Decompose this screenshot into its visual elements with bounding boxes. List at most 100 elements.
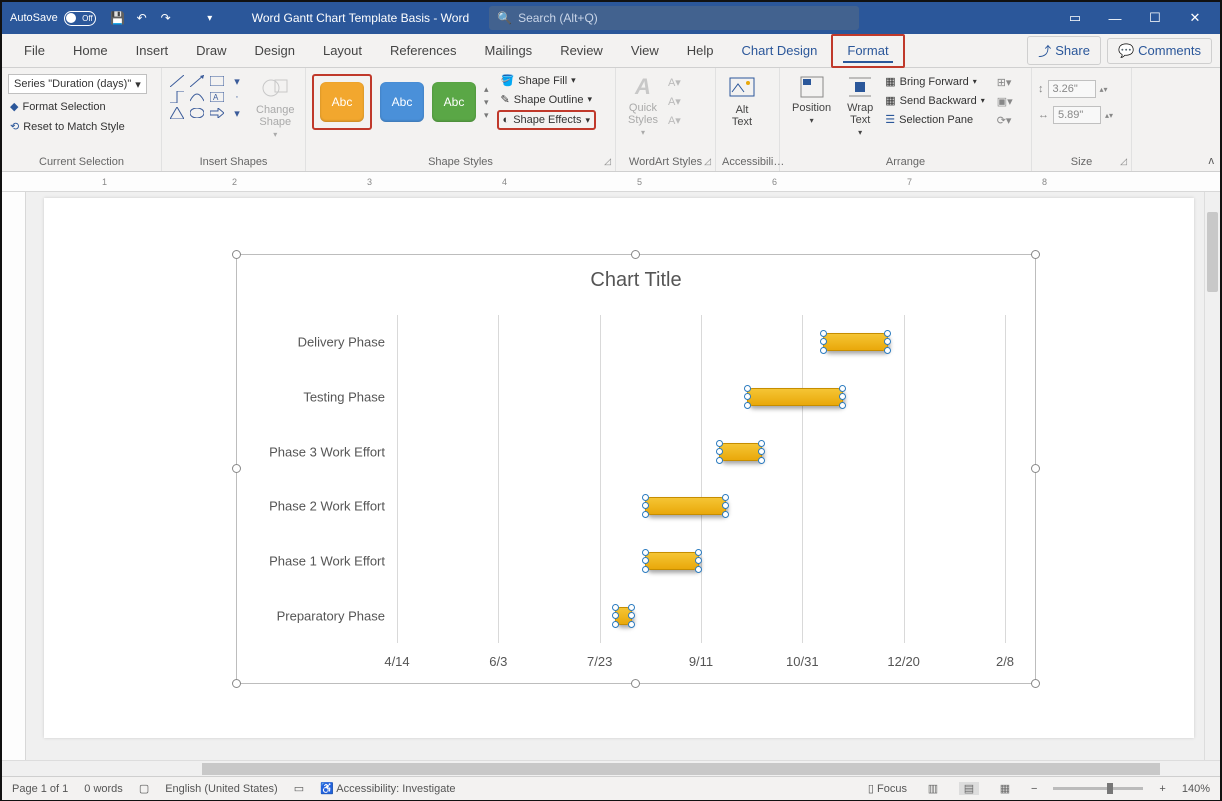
- rotate-button[interactable]: ⟳▾: [997, 114, 1013, 127]
- chart-element-dropdown[interactable]: Series "Duration (days)"▾: [8, 74, 147, 94]
- page-number[interactable]: Page 1 of 1: [12, 783, 68, 795]
- rect-shape-icon[interactable]: [208, 74, 226, 88]
- more-row1-icon[interactable]: ▾: [228, 74, 246, 88]
- gantt-bar[interactable]: [615, 607, 632, 625]
- text-effects-icon[interactable]: A▾: [668, 114, 681, 127]
- comments-button[interactable]: 💬Comments: [1107, 38, 1212, 64]
- bar-handle[interactable]: [612, 612, 619, 619]
- collapse-ribbon-icon[interactable]: ʌ: [1209, 68, 1221, 171]
- resize-handle[interactable]: [1031, 679, 1040, 688]
- bar-handle[interactable]: [722, 502, 729, 509]
- vertical-ruler[interactable]: [2, 192, 26, 760]
- print-layout-icon[interactable]: ▤: [959, 782, 979, 795]
- shape-outline-button[interactable]: ✎Shape Outline▾: [497, 91, 596, 108]
- bar-handle[interactable]: [716, 440, 723, 447]
- tab-file[interactable]: File: [10, 34, 59, 68]
- bar-handle[interactable]: [642, 511, 649, 518]
- bar-handle[interactable]: [612, 604, 619, 611]
- tab-layout[interactable]: Layout: [309, 34, 376, 68]
- reset-style-button[interactable]: ⟲Reset to Match Style: [8, 119, 127, 134]
- bar-handle[interactable]: [820, 338, 827, 345]
- tab-insert[interactable]: Insert: [122, 34, 183, 68]
- bar-handle[interactable]: [642, 566, 649, 573]
- bar-handle[interactable]: [642, 502, 649, 509]
- resize-handle[interactable]: [1031, 464, 1040, 473]
- horizontal-ruler[interactable]: 12345678: [2, 172, 1220, 192]
- bar-handle[interactable]: [695, 557, 702, 564]
- resize-handle[interactable]: [631, 250, 640, 259]
- tab-home[interactable]: Home: [59, 34, 122, 68]
- dialog-launcher-icon[interactable]: ◿: [1120, 156, 1127, 167]
- bar-handle[interactable]: [839, 385, 846, 392]
- bar-handle[interactable]: [642, 557, 649, 564]
- shape-style-gallery-more[interactable]: ▴▾▾: [484, 84, 489, 121]
- bar-handle[interactable]: [839, 393, 846, 400]
- zoom-level[interactable]: 140%: [1182, 783, 1210, 795]
- bar-handle[interactable]: [884, 347, 891, 354]
- position-button[interactable]: Position▾: [786, 70, 837, 129]
- selection-pane-button[interactable]: ☰Selection Pane: [883, 112, 986, 127]
- tab-view[interactable]: View: [617, 34, 673, 68]
- bar-handle[interactable]: [695, 566, 702, 573]
- close-icon[interactable]: ✕: [1184, 10, 1206, 26]
- undo-icon[interactable]: ↶: [130, 6, 154, 30]
- bar-handle[interactable]: [695, 549, 702, 556]
- qat-customize-icon[interactable]: ▾: [198, 6, 222, 30]
- textbox-icon[interactable]: A: [208, 90, 226, 104]
- read-mode-icon[interactable]: ▥: [923, 782, 943, 795]
- freeform-icon[interactable]: [188, 90, 206, 104]
- tab-mailings[interactable]: Mailings: [471, 34, 547, 68]
- tab-review[interactable]: Review: [546, 34, 617, 68]
- wrap-text-button[interactable]: Wrap Text▾: [841, 70, 879, 141]
- bar-handle[interactable]: [744, 393, 751, 400]
- bar-handle[interactable]: [839, 402, 846, 409]
- gantt-bar[interactable]: [823, 333, 889, 351]
- bar-handle[interactable]: [758, 440, 765, 447]
- bar-handle[interactable]: [642, 549, 649, 556]
- triangle-icon[interactable]: [168, 106, 186, 120]
- bar-handle[interactable]: [758, 448, 765, 455]
- bar-handle[interactable]: [628, 604, 635, 611]
- document-page[interactable]: Chart Title 4/146/37/239/1110/3112/202/8…: [44, 198, 1194, 738]
- more-row2-icon[interactable]: ·: [228, 90, 246, 104]
- text-outline-icon[interactable]: A▾: [668, 95, 681, 108]
- ribbon-display-icon[interactable]: ▭: [1064, 10, 1086, 26]
- autosave-control[interactable]: AutoSave Off: [10, 11, 96, 26]
- zoom-in-button[interactable]: +: [1159, 783, 1165, 795]
- macro-icon[interactable]: ▭: [294, 782, 304, 795]
- bar-handle[interactable]: [820, 347, 827, 354]
- group-button[interactable]: ▣▾: [997, 95, 1013, 108]
- web-layout-icon[interactable]: ▦: [995, 782, 1015, 795]
- bar-handle[interactable]: [628, 621, 635, 628]
- bar-handle[interactable]: [884, 330, 891, 337]
- bring-forward-button[interactable]: ▦Bring Forward▾: [883, 74, 986, 89]
- format-selection-button[interactable]: ◆Format Selection: [8, 99, 108, 114]
- resize-handle[interactable]: [631, 679, 640, 688]
- word-count[interactable]: 0 words: [84, 783, 123, 795]
- scrollbar-thumb[interactable]: [1207, 212, 1218, 292]
- zoom-slider[interactable]: [1053, 787, 1143, 790]
- bar-handle[interactable]: [716, 448, 723, 455]
- quick-styles-button[interactable]: A Quick Styles▾: [622, 70, 664, 141]
- bar-handle[interactable]: [744, 402, 751, 409]
- resize-handle[interactable]: [232, 464, 241, 473]
- chart-title[interactable]: Chart Title: [237, 255, 1035, 292]
- scrollbar-thumb[interactable]: [202, 763, 1160, 775]
- shapes-gallery[interactable]: ▾ A · ▾: [168, 70, 246, 120]
- search-box[interactable]: 🔍 Search (Alt+Q): [489, 6, 859, 30]
- bar-handle[interactable]: [722, 494, 729, 501]
- bar-handle[interactable]: [884, 338, 891, 345]
- spellcheck-icon[interactable]: ▢: [139, 782, 149, 795]
- gantt-bar[interactable]: [747, 388, 843, 406]
- dialog-launcher-icon[interactable]: ◿: [604, 156, 611, 167]
- minimize-icon[interactable]: —: [1104, 11, 1126, 26]
- save-icon[interactable]: 💾: [106, 6, 130, 30]
- gantt-bar[interactable]: [719, 443, 762, 461]
- share-button[interactable]: ⤴Share: [1027, 36, 1101, 65]
- resize-handle[interactable]: [1031, 250, 1040, 259]
- horizontal-scrollbar[interactable]: [2, 760, 1220, 776]
- text-fill-icon[interactable]: A▾: [668, 76, 681, 89]
- focus-mode-button[interactable]: ▯ Focus: [868, 782, 907, 795]
- shape-style-swatch-blue[interactable]: Abc: [380, 82, 424, 122]
- resize-handle[interactable]: [232, 679, 241, 688]
